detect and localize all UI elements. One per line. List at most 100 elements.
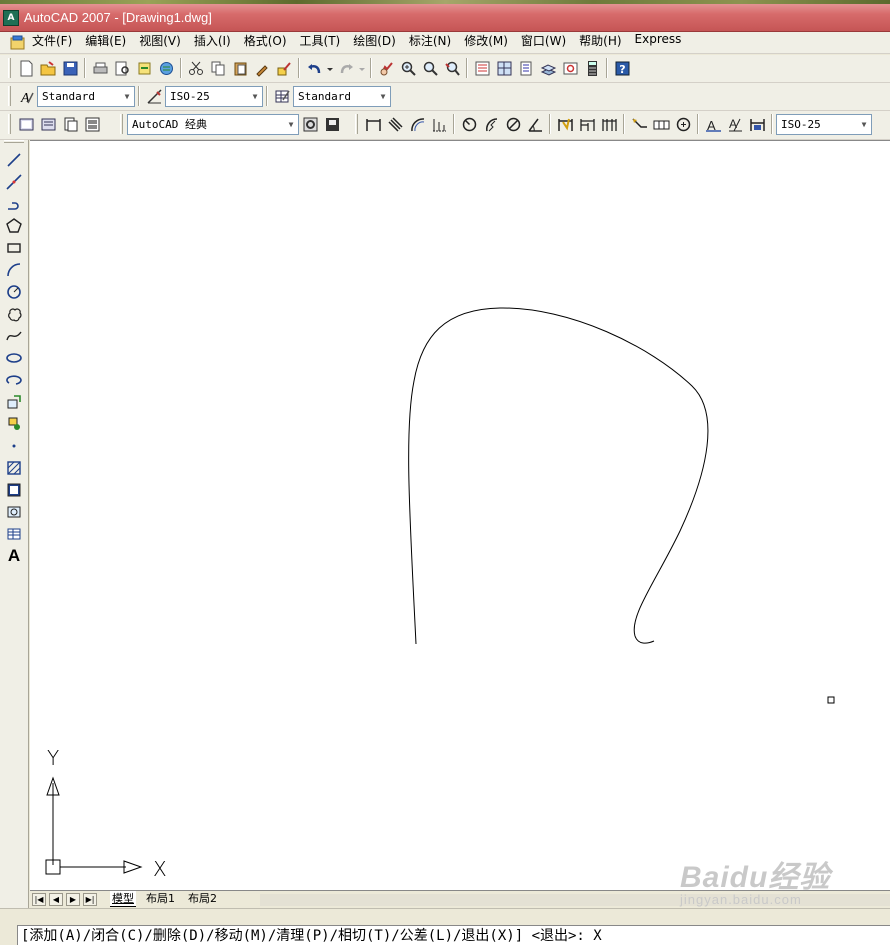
zoom-previous-button[interactable] [441, 57, 463, 79]
zoom-window-button[interactable] [419, 57, 441, 79]
jogged-dimension-button[interactable] [480, 113, 502, 135]
redo-dropdown[interactable] [357, 57, 367, 79]
chevron-down-icon[interactable]: ▼ [284, 114, 298, 134]
match-properties-button[interactable] [251, 57, 273, 79]
spline-button[interactable] [4, 326, 24, 346]
page-setup-button[interactable] [59, 113, 81, 135]
insert-block-button[interactable] [4, 392, 24, 412]
menu-window[interactable]: 窗口(W) [521, 32, 573, 54]
dimension-style-manager-button[interactable] [143, 85, 165, 107]
chevron-down-icon[interactable]: ▼ [120, 86, 134, 106]
quickcalc-button[interactable] [581, 57, 603, 79]
revision-cloud-button[interactable] [4, 304, 24, 324]
menu-insert[interactable]: 插入(I) [194, 32, 238, 54]
new-button[interactable] [15, 57, 37, 79]
plot-button[interactable] [89, 57, 111, 79]
hatch-button[interactable] [4, 458, 24, 478]
layout-template-button[interactable] [37, 113, 59, 135]
properties-button[interactable] [471, 57, 493, 79]
table-style-select[interactable]: Standard ▼ [293, 85, 391, 107]
tool-palettes-button[interactable] [515, 57, 537, 79]
tab-model[interactable]: 模型 [110, 891, 136, 907]
arc-button[interactable] [4, 260, 24, 280]
chevron-down-icon[interactable]: ▼ [376, 86, 390, 106]
diameter-dimension-button[interactable] [502, 113, 524, 135]
polyline-button[interactable] [4, 194, 24, 214]
workspace-settings-button[interactable] [299, 113, 321, 135]
text-style-select[interactable]: Standard ▼ [37, 85, 135, 107]
menu-help[interactable]: 帮助(H) [579, 32, 628, 54]
toolbar-grip[interactable] [8, 58, 11, 78]
table-style-manager-button[interactable] [271, 85, 293, 107]
toolbar-grip[interactable] [120, 114, 123, 134]
make-block-button[interactable] [4, 414, 24, 434]
tab-layout1[interactable]: 布局1 [144, 891, 177, 907]
baseline-dimension-button[interactable] [576, 113, 598, 135]
menu-tools[interactable]: 工具(T) [300, 32, 348, 54]
table-button[interactable] [4, 524, 24, 544]
radius-dimension-button[interactable] [458, 113, 480, 135]
center-mark-button[interactable] [672, 113, 694, 135]
angular-dimension-button[interactable] [524, 113, 546, 135]
point-button[interactable] [4, 436, 24, 456]
toolbar-grip[interactable] [8, 86, 11, 106]
linear-dimension-button[interactable] [362, 113, 384, 135]
ordinate-dimension-button[interactable] [428, 113, 450, 135]
horizontal-scrollbar[interactable] [260, 894, 890, 906]
copy-button[interactable] [207, 57, 229, 79]
dimension-style-select[interactable]: ISO-25 ▼ [165, 85, 263, 107]
menu-edit[interactable]: 编辑(E) [85, 32, 133, 54]
toolbar-grip[interactable] [4, 140, 24, 143]
design-center-button[interactable] [493, 57, 515, 79]
toolbar-grip[interactable] [8, 114, 11, 134]
save-button[interactable] [59, 57, 81, 79]
dimension-text-edit-button[interactable]: A [724, 113, 746, 135]
region-button[interactable] [4, 502, 24, 522]
last-tab-button[interactable]: ▶| [83, 893, 97, 906]
drawing-canvas[interactable]: Y X [30, 140, 890, 890]
help-button[interactable]: ? [611, 57, 633, 79]
undo-dropdown[interactable] [325, 57, 335, 79]
cut-button[interactable] [185, 57, 207, 79]
undo-button[interactable] [303, 57, 325, 79]
markup-set-button[interactable] [559, 57, 581, 79]
menu-draw[interactable]: 绘图(D) [353, 32, 403, 54]
quick-dimension-button[interactable] [554, 113, 576, 135]
block-editor-button[interactable] [273, 57, 295, 79]
menu-format[interactable]: 格式(O) [244, 32, 294, 54]
quick-leader-button[interactable] [628, 113, 650, 135]
new-layout-button[interactable] [15, 113, 37, 135]
command-prompt[interactable]: [添加(A)/闭合(C)/删除(D)/移动(M)/清理(P)/相切(T)/公差(… [17, 925, 890, 945]
gradient-button[interactable] [4, 480, 24, 500]
first-tab-button[interactable]: |◀ [32, 893, 46, 906]
document-menu-icon[interactable] [10, 35, 26, 50]
chevron-down-icon[interactable]: ▼ [248, 86, 262, 106]
zoom-realtime-button[interactable] [397, 57, 419, 79]
dwf-button[interactable] [155, 57, 177, 79]
circle-button[interactable] [4, 282, 24, 302]
aligned-dimension-button[interactable] [384, 113, 406, 135]
sheet-set-button[interactable] [537, 57, 559, 79]
chevron-down-icon[interactable]: ▼ [857, 114, 871, 134]
dimension-update-button[interactable] [746, 113, 768, 135]
rectangle-button[interactable] [4, 238, 24, 258]
tab-layout2[interactable]: 布局2 [186, 891, 219, 907]
spline-curve[interactable] [408, 307, 709, 645]
line-tool-button[interactable] [4, 150, 24, 170]
multiline-text-button[interactable]: A [4, 546, 24, 566]
workspace-select[interactable]: AutoCAD 经典 ▼ [127, 113, 299, 135]
toolbar-grip[interactable] [355, 114, 358, 134]
dimension-edit-button[interactable]: A [702, 113, 724, 135]
previous-tab-button[interactable]: ◀ [49, 893, 63, 906]
redo-button[interactable] [335, 57, 357, 79]
continue-dimension-button[interactable] [598, 113, 620, 135]
arc-length-button[interactable] [406, 113, 428, 135]
menu-view[interactable]: 视图(V) [139, 32, 188, 54]
menu-dimension[interactable]: 标注(N) [409, 32, 458, 54]
menu-file[interactable]: 文件(F) [32, 32, 79, 54]
construction-line-button[interactable] [4, 172, 24, 192]
open-button[interactable] [37, 57, 59, 79]
pan-realtime-button[interactable] [375, 57, 397, 79]
menu-express[interactable]: Express [635, 32, 689, 54]
menu-modify[interactable]: 修改(M) [464, 32, 515, 54]
